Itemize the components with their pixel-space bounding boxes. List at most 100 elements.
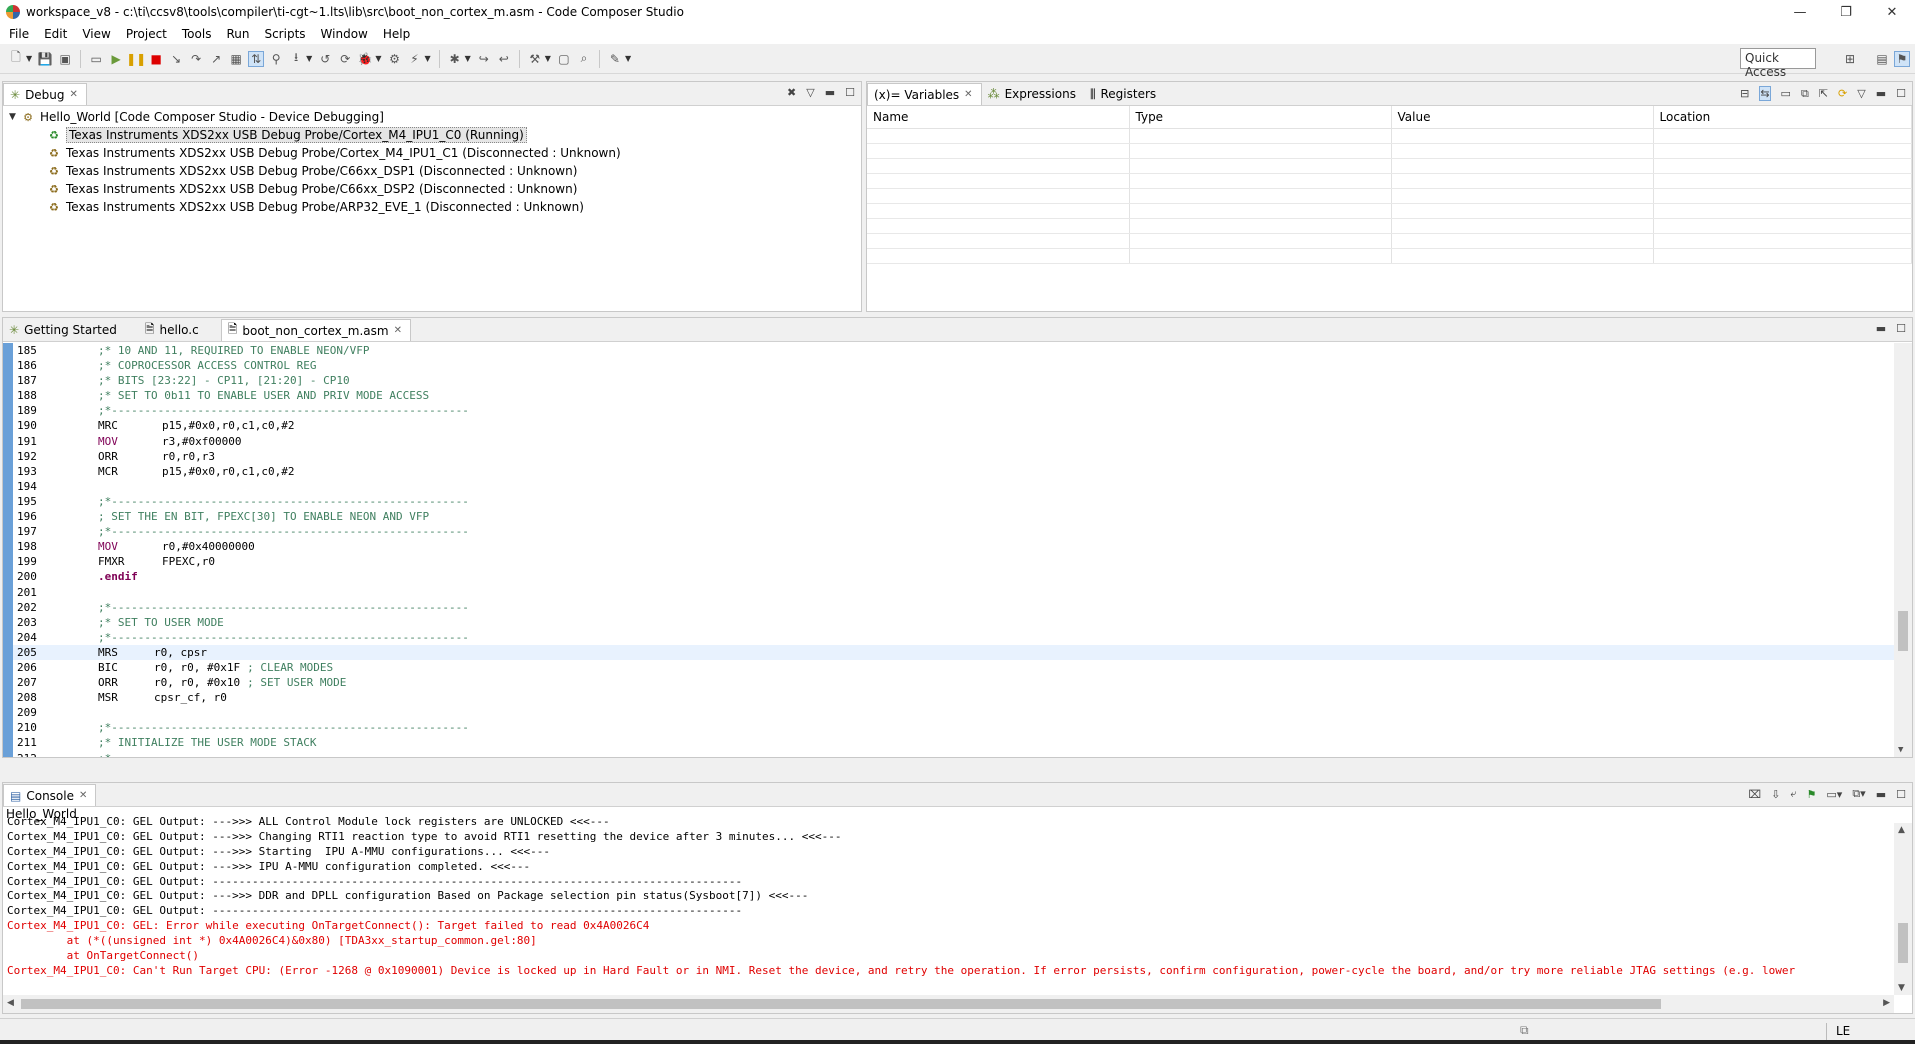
window-icon[interactable]: ▢ bbox=[556, 51, 572, 67]
reset-icon[interactable]: ↺ bbox=[317, 51, 333, 67]
scroll-lock-icon[interactable]: ⇩ bbox=[1771, 788, 1780, 801]
scroll-thumb[interactable] bbox=[1898, 923, 1908, 963]
chevron-down-icon[interactable]: ▼ bbox=[375, 54, 381, 63]
column-header-location[interactable]: Location bbox=[1653, 106, 1912, 129]
tree-item[interactable]: ♻ Texas Instruments XDS2xx USB Debug Pro… bbox=[9, 198, 861, 216]
flash-icon[interactable]: ⚡ bbox=[406, 51, 422, 67]
tab-debug[interactable]: ✳ Debug ✕ bbox=[3, 83, 87, 105]
chevron-down-icon[interactable]: ▼ bbox=[545, 54, 551, 63]
maximize-view-icon[interactable]: ☐ bbox=[1896, 322, 1906, 335]
scroll-left-icon[interactable]: ◀ bbox=[7, 998, 14, 1008]
scroll-right-icon[interactable]: ▶ bbox=[1883, 998, 1890, 1008]
load-icon[interactable]: ⭳ bbox=[288, 50, 304, 67]
disconnect-icon[interactable]: ⚲ bbox=[268, 51, 284, 67]
suspend-icon[interactable]: ❚❚ bbox=[126, 51, 146, 67]
tree-item[interactable]: ♻ Texas Instruments XDS2xx USB Debug Pro… bbox=[9, 180, 861, 198]
tab-console[interactable]: ▤ Console ✕ bbox=[3, 784, 97, 806]
minimize-button[interactable]: — bbox=[1777, 0, 1823, 24]
view-menu-icon[interactable]: ▽ bbox=[1857, 87, 1865, 100]
scroll-down-icon[interactable]: ▼ bbox=[1898, 983, 1905, 993]
menu-file[interactable]: File bbox=[3, 27, 38, 41]
console-vscrollbar[interactable]: ▲ ▼ bbox=[1894, 823, 1912, 995]
resume-icon[interactable]: ▶ bbox=[108, 51, 124, 67]
console-hscrollbar[interactable]: ◀ ▶ bbox=[3, 995, 1894, 1013]
display-console-icon[interactable]: ▭▾ bbox=[1826, 788, 1842, 801]
step-into-icon[interactable]: ↘ bbox=[168, 51, 184, 67]
perspective-icon[interactable]: ⊞ bbox=[1842, 51, 1858, 67]
step-over-icon[interactable]: ↷ bbox=[188, 51, 204, 67]
open-console-icon[interactable]: ⧉▾ bbox=[1852, 787, 1865, 801]
menu-scripts[interactable]: Scripts bbox=[258, 27, 314, 41]
chevron-down-icon[interactable]: ▼ bbox=[625, 54, 631, 63]
tab-boot-asm[interactable]: 🗎 boot_non_cortex_m.asm ✕ bbox=[220, 319, 411, 341]
chevron-down-icon[interactable]: ▼ bbox=[9, 112, 21, 122]
collapse-all-icon[interactable]: ⊟ bbox=[1740, 87, 1749, 100]
clear-console-icon[interactable]: ⌧ bbox=[1748, 788, 1761, 801]
minimize-view-icon[interactable]: ▬ bbox=[1876, 788, 1886, 801]
scroll-thumb[interactable] bbox=[21, 999, 1661, 1009]
menu-tools[interactable]: Tools bbox=[176, 27, 221, 41]
maximize-view-icon[interactable]: ☐ bbox=[845, 86, 855, 99]
column-header-value[interactable]: Value bbox=[1391, 106, 1654, 129]
menu-window[interactable]: Window bbox=[315, 27, 377, 41]
minimize-view-icon[interactable]: ▬ bbox=[1876, 87, 1886, 100]
next-icon[interactable]: ↪ bbox=[476, 51, 492, 67]
chevron-down-icon[interactable]: ▼ bbox=[465, 54, 471, 63]
tab-registers[interactable]: ⫼ Registers bbox=[1084, 83, 1164, 105]
save-all-icon[interactable]: ▣ bbox=[57, 51, 73, 67]
close-icon[interactable]: ✕ bbox=[964, 89, 972, 100]
menu-project[interactable]: Project bbox=[120, 27, 176, 41]
scroll-thumb[interactable] bbox=[1898, 611, 1908, 651]
tab-variables[interactable]: (x)= Variables ✕ bbox=[867, 83, 982, 105]
step-return-icon[interactable]: ↗ bbox=[208, 51, 224, 67]
layout-icon[interactable]: ▭ bbox=[1781, 87, 1791, 100]
debug-bug-icon[interactable]: 🐞 bbox=[357, 51, 373, 67]
editor-scrollbar[interactable]: ▼ bbox=[1894, 343, 1912, 757]
pin-console-icon[interactable]: ⚑ bbox=[1807, 788, 1817, 801]
close-icon[interactable]: ✕ bbox=[79, 790, 87, 801]
tree-item[interactable]: ♻ Texas Instruments XDS2xx USB Debug Pro… bbox=[9, 162, 861, 180]
new-icon[interactable]: 🗋 bbox=[8, 50, 24, 67]
chevron-down-icon[interactable]: ▼ bbox=[306, 54, 312, 63]
console-output[interactable]: Cortex_M4_IPU1_C0: GEL Output: --->>> AL… bbox=[3, 815, 1894, 995]
close-icon[interactable]: ✕ bbox=[70, 89, 78, 100]
grid-icon[interactable]: ▦ bbox=[228, 51, 244, 67]
minimize-view-icon[interactable]: ▬ bbox=[825, 86, 835, 99]
maximize-view-icon[interactable]: ☐ bbox=[1896, 788, 1906, 801]
tools-icon[interactable]: ⚒ bbox=[527, 51, 543, 67]
tray-icon[interactable]: ⧉ bbox=[1520, 1023, 1536, 1039]
scroll-up-icon[interactable]: ▲ bbox=[1898, 825, 1905, 835]
build-icon[interactable]: ⚙ bbox=[386, 51, 402, 67]
debug-perspective-icon[interactable]: ⚑ bbox=[1894, 51, 1910, 67]
column-header-name[interactable]: Name bbox=[867, 106, 1130, 129]
chevron-down-icon[interactable]: ▼ bbox=[26, 54, 32, 63]
show-type-icon[interactable]: ⇆ bbox=[1759, 86, 1771, 101]
tree-item[interactable]: ♻ Texas Instruments XDS2xx USB Debug Pro… bbox=[9, 144, 861, 162]
restart-icon[interactable]: ⟳ bbox=[337, 51, 353, 67]
terminate-icon[interactable]: ■ bbox=[148, 51, 164, 67]
maximize-view-icon[interactable]: ☐ bbox=[1896, 87, 1906, 100]
chevron-down-icon[interactable]: ▼ bbox=[424, 54, 430, 63]
column-header-type[interactable]: Type bbox=[1129, 106, 1392, 129]
tree-item[interactable]: ♻ Texas Instruments XDS2xx USB Debug Pro… bbox=[9, 126, 861, 144]
minimize-view-icon[interactable]: ▬ bbox=[1876, 322, 1886, 335]
bug-icon[interactable]: ✱ bbox=[447, 51, 463, 67]
tree-root[interactable]: ▼ ⚙ Hello_World [Code Composer Studio - … bbox=[9, 108, 861, 126]
scroll-down-icon[interactable]: ▼ bbox=[1898, 745, 1903, 755]
tab-hello-c[interactable]: 🗎 hello.c bbox=[139, 319, 207, 341]
menu-help[interactable]: Help bbox=[377, 27, 419, 41]
quick-access-input[interactable]: Quick Access bbox=[1740, 48, 1816, 79]
refresh-icon[interactable]: ⟳ bbox=[1838, 87, 1847, 100]
terminal-icon[interactable]: ▭ bbox=[88, 51, 104, 67]
edit-perspective-icon[interactable]: ▤ bbox=[1874, 51, 1890, 67]
code-editor[interactable]: 185 ;* 10 AND 11, REQUIRED TO ENABLE NEO… bbox=[3, 343, 1912, 757]
search-icon[interactable]: ⌕ bbox=[576, 51, 592, 67]
pin-icon[interactable]: ✎ bbox=[607, 51, 623, 67]
word-wrap-icon[interactable]: ⤶ bbox=[1790, 787, 1796, 801]
menu-edit[interactable]: Edit bbox=[38, 27, 76, 41]
menu-run[interactable]: Run bbox=[220, 27, 258, 41]
close-button[interactable]: ✕ bbox=[1869, 0, 1915, 24]
close-icon[interactable]: ✕ bbox=[394, 325, 402, 336]
save-icon[interactable]: 💾 bbox=[37, 51, 53, 67]
connect-icon[interactable]: ⇅ bbox=[248, 50, 265, 67]
